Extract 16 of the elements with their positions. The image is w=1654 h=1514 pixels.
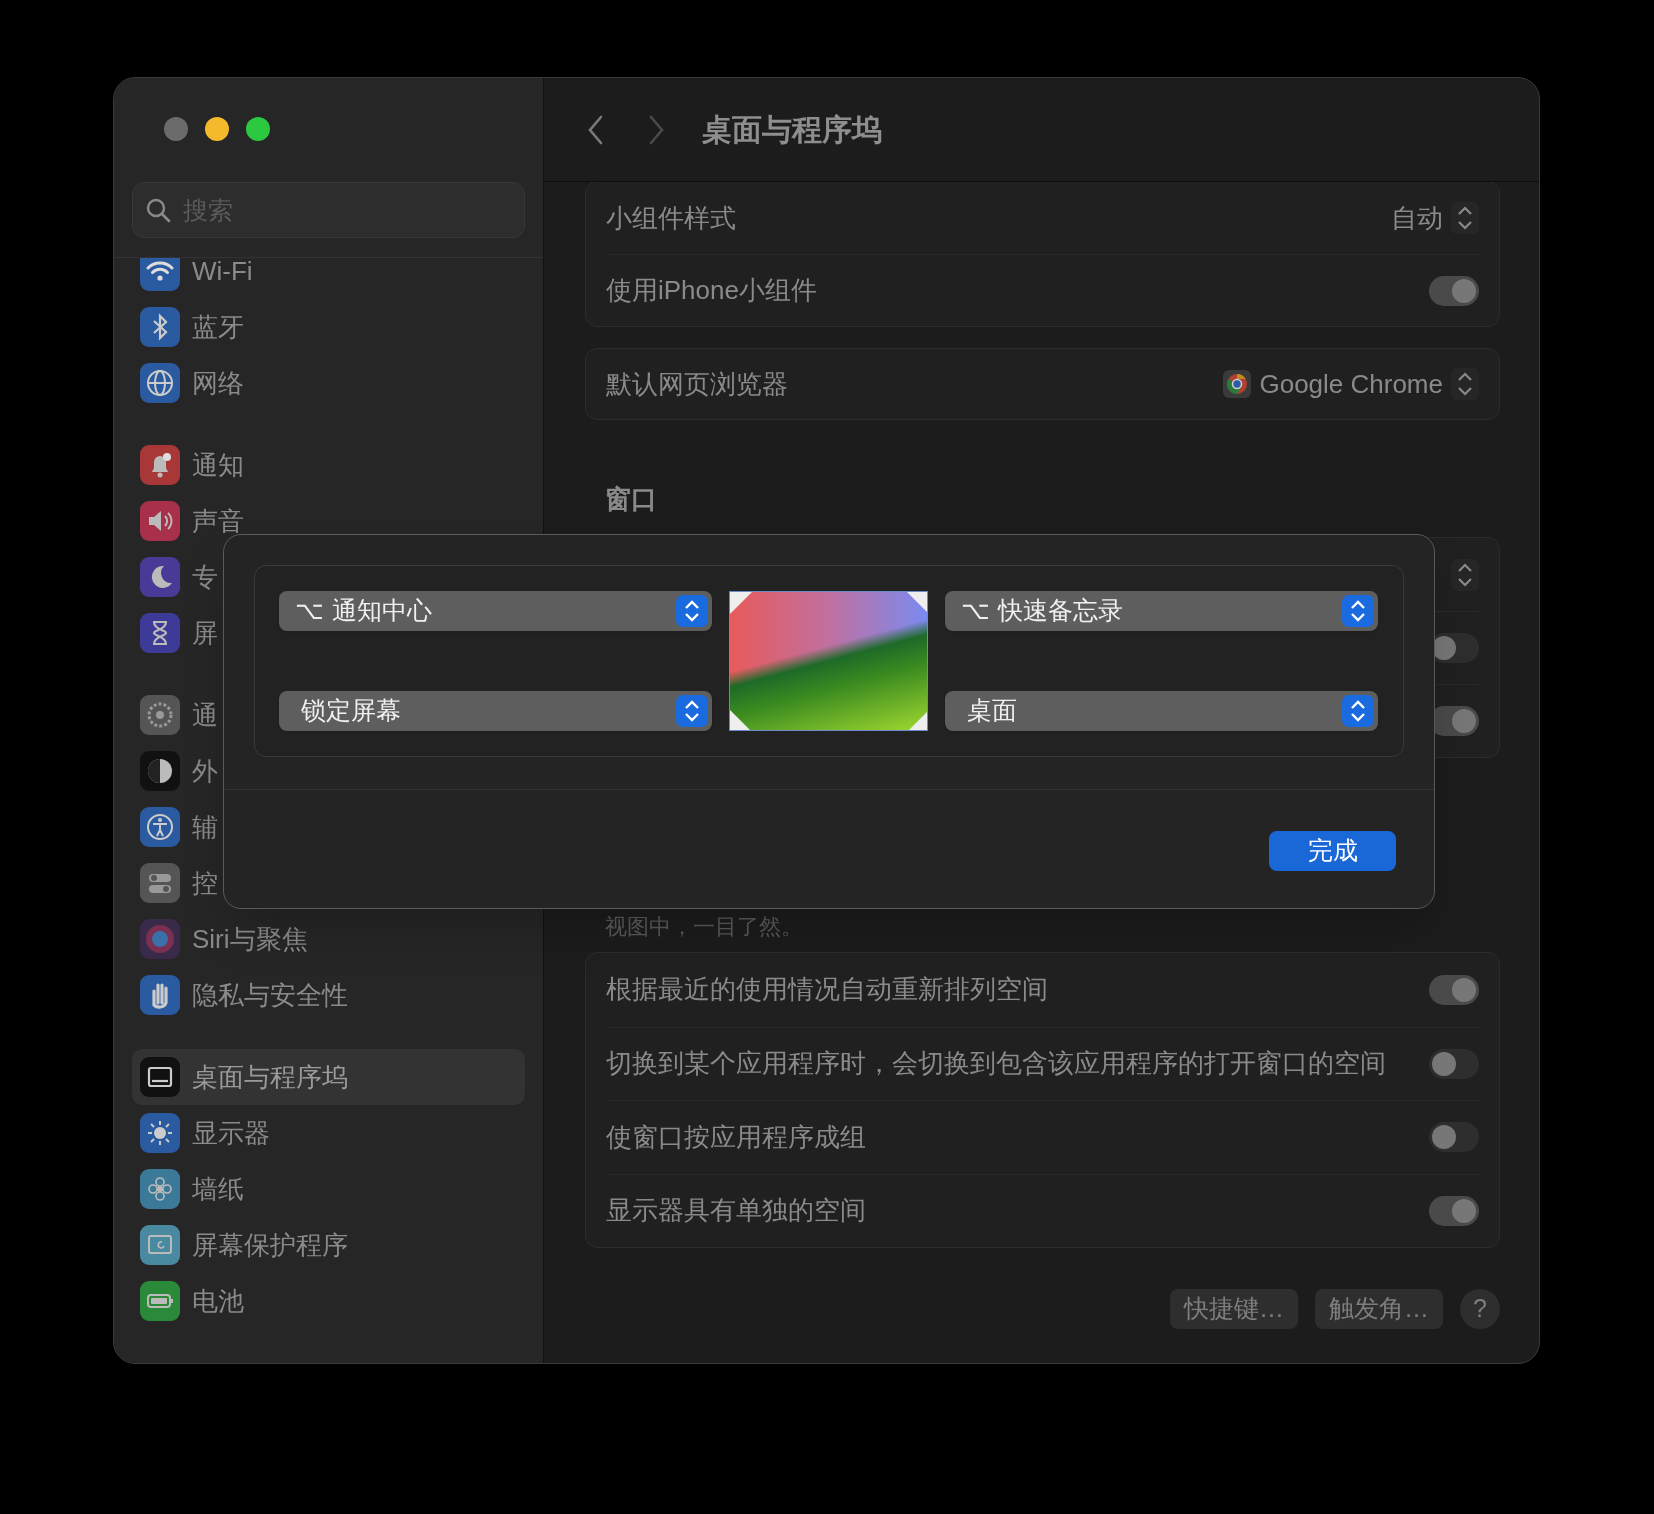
option-key-symbol: ⌥ — [961, 595, 990, 627]
option-key-symbol: ⌥ — [295, 595, 324, 627]
corner-action: 桌面 — [966, 695, 1017, 727]
section-description: 视图中，一目了然。 — [604, 914, 804, 940]
section-heading: 窗口 — [604, 483, 658, 516]
setting-label: 使窗口按应用程序成组 — [606, 1120, 866, 1154]
setting-label: 使用iPhone小组件 — [606, 274, 817, 307]
corner-action: 快速备忘录 — [998, 595, 1123, 627]
corner-action: 锁定屏幕 — [300, 695, 401, 727]
setting-label: 根据最近的使用情况自动重新排列空间 — [606, 973, 1048, 1007]
corner-action: 通知中心 — [332, 595, 432, 627]
setting-label: 默认网页浏览器 — [606, 367, 788, 401]
window-title: 桌面与程序坞 — [702, 112, 882, 148]
setting-label: 切换到某个应用程序时，会切换到包含该应用程序的打开窗口的空间 — [606, 1047, 1386, 1081]
setting-label: 显示器具有单独的空间 — [606, 1194, 866, 1228]
setting-label: 小组件样式 — [606, 201, 736, 235]
